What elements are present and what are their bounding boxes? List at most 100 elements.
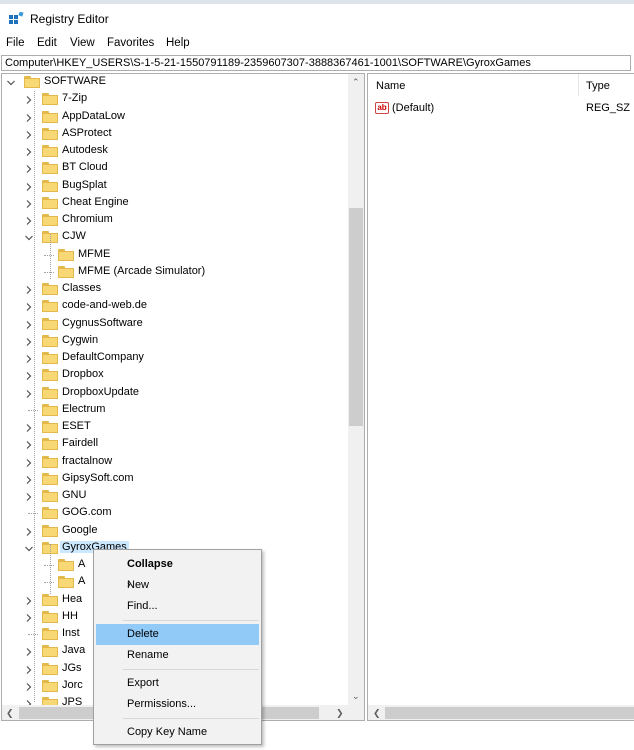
chevron-right-icon[interactable] [24, 423, 34, 433]
chevron-down-icon[interactable] [24, 544, 34, 554]
column-header-name[interactable]: Name [376, 80, 405, 92]
chevron-right-icon[interactable] [24, 458, 34, 468]
chevron-right-icon[interactable] [24, 199, 34, 209]
folder-icon [42, 507, 58, 520]
tree-node[interactable]: 7-Zip [2, 91, 346, 108]
chevron-right-icon[interactable] [24, 371, 34, 381]
menu-favorites[interactable]: Favorites [107, 37, 154, 49]
folder-icon [58, 576, 74, 589]
folder-icon [42, 403, 58, 416]
tree-node[interactable]: DefaultCompany [2, 350, 346, 367]
tree-node-label: 7-Zip [62, 92, 88, 105]
menu-view[interactable]: View [70, 37, 95, 49]
context-menu-item-new[interactable]: New › [96, 575, 259, 596]
chevron-down-icon[interactable] [6, 78, 16, 88]
chevron-right-icon[interactable] [24, 613, 34, 623]
chevron-right-icon[interactable] [24, 216, 34, 226]
chevron-right-icon[interactable] [24, 527, 34, 537]
tree-guide-line [50, 234, 51, 279]
chevron-right-icon[interactable] [24, 130, 34, 140]
chevron-right-icon[interactable] [24, 665, 34, 675]
tree-node[interactable]: CJW [2, 229, 346, 246]
value-name: (Default) [392, 102, 435, 114]
menu-edit[interactable]: Edit [37, 37, 57, 49]
tree-node[interactable]: Classes [2, 281, 346, 298]
chevron-down-icon[interactable] [24, 233, 34, 243]
chevron-right-icon[interactable] [24, 113, 34, 123]
chevron-right-icon[interactable] [24, 182, 34, 192]
context-menu-item-find[interactable]: Find... [96, 596, 259, 617]
address-bar[interactable]: Computer\HKEY_USERS\S-1-5-21-1550791189-… [1, 55, 631, 71]
tree-node[interactable]: Fairdell [2, 436, 346, 453]
tree-node-label: Cheat Engine [62, 195, 129, 208]
tree-vertical-scroll-thumb[interactable] [349, 208, 363, 426]
chevron-right-icon[interactable] [24, 285, 34, 295]
tree-node[interactable]: DropboxUpdate [2, 385, 346, 402]
context-menu-item-permissions[interactable]: Permissions... [96, 694, 259, 715]
chevron-right-icon[interactable] [24, 440, 34, 450]
chevron-right-icon[interactable] [24, 95, 34, 105]
tree-node[interactable]: Cheat Engine [2, 195, 346, 212]
context-menu-item-copy-key-name[interactable]: Copy Key Name [96, 722, 259, 743]
tree-node[interactable]: MFME [2, 247, 346, 264]
chevron-right-icon[interactable] [24, 475, 34, 485]
context-menu-item-delete[interactable]: Delete [96, 624, 259, 645]
tree-node[interactable]: GipsySoft.com [2, 471, 346, 488]
folder-icon [42, 179, 58, 192]
chevron-right-icon[interactable] [24, 682, 34, 692]
chevron-right-icon[interactable] [24, 164, 34, 174]
menu-file[interactable]: File [6, 37, 25, 49]
menu-separator [123, 718, 259, 719]
context-menu-item-rename[interactable]: Rename [96, 645, 259, 666]
tree-node[interactable]: BugSplat [2, 178, 346, 195]
chevron-right-icon[interactable] [24, 492, 34, 502]
chevron-right-icon[interactable] [24, 302, 34, 312]
chevron-right-icon[interactable] [24, 337, 34, 347]
values-pane[interactable]: Name Type ab (Default) REG_SZ ❮ [367, 73, 634, 721]
tree-guide-line [28, 513, 38, 515]
chevron-right-icon[interactable] [24, 596, 34, 606]
column-separator[interactable] [578, 74, 579, 96]
scroll-up-arrow-icon[interactable]: ⌃ [352, 77, 360, 88]
tree-node[interactable]: Cygwin [2, 333, 346, 350]
tree-node[interactable]: CygnusSoftware [2, 316, 346, 333]
tree-node[interactable]: ASProtect [2, 126, 346, 143]
context-menu-label: Permissions... [127, 698, 197, 710]
tree-node[interactable]: GOG.com [2, 505, 346, 522]
context-menu-item-collapse[interactable]: Collapse [96, 554, 259, 575]
tree-node[interactable]: Dropbox [2, 367, 346, 384]
chevron-right-icon[interactable] [24, 389, 34, 399]
folder-icon [42, 127, 58, 140]
tree-node[interactable]: Chromium [2, 212, 346, 229]
tree-node-label: Cygwin [62, 333, 99, 346]
values-horizontal-scroll-thumb[interactable] [385, 707, 634, 719]
context-menu-item-export[interactable]: Export [96, 673, 259, 694]
tree-node[interactable]: ESET [2, 419, 346, 436]
tree-node[interactable]: GNU [2, 488, 346, 505]
menu-help[interactable]: Help [166, 37, 190, 49]
menu-bar: File Edit View Favorites Help [0, 34, 634, 54]
folder-icon [42, 300, 58, 313]
scroll-right-arrow-icon[interactable]: ❯ [336, 708, 344, 719]
scroll-down-arrow-icon[interactable]: ⌄ [352, 691, 360, 702]
tree-node[interactable]: Google [2, 523, 346, 540]
tree-node[interactable]: SOFTWARE [2, 74, 346, 91]
chevron-right-icon[interactable] [24, 147, 34, 157]
tree-node[interactable]: code-and-web.de [2, 298, 346, 315]
tree-node[interactable]: BT Cloud [2, 160, 346, 177]
tree-node-label: BugSplat [62, 178, 107, 191]
tree-node[interactable]: Electrum [2, 402, 346, 419]
column-header-type[interactable]: Type [586, 80, 610, 92]
folder-icon [42, 438, 58, 451]
scroll-left-arrow-icon[interactable]: ❮ [6, 708, 14, 719]
scroll-left-arrow-icon[interactable]: ❮ [373, 708, 381, 719]
chevron-right-icon[interactable] [24, 354, 34, 364]
tree-node[interactable]: Autodesk [2, 143, 346, 160]
value-row[interactable]: ab (Default) REG_SZ [372, 101, 634, 117]
tree-node[interactable]: MFME (Arcade Simulator) [2, 264, 346, 281]
tree-guide-line [44, 582, 54, 584]
chevron-right-icon[interactable] [24, 647, 34, 657]
tree-node[interactable]: fractalnow [2, 454, 346, 471]
tree-node[interactable]: AppDataLow [2, 109, 346, 126]
chevron-right-icon[interactable] [24, 320, 34, 330]
